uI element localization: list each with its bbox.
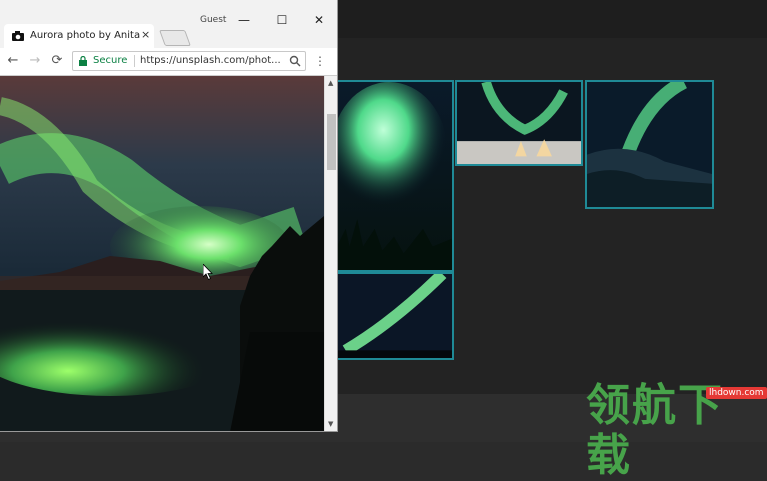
page-photo-aurora [0, 76, 324, 431]
new-tab-button[interactable] [159, 30, 191, 46]
gallery-photo-rocks[interactable] [585, 80, 714, 209]
secure-label: Secure [93, 55, 128, 66]
browser-window: Guest — ☐ ✕ Aurora photo by Anita Sh × ←… [0, 0, 338, 432]
reload-icon[interactable]: ⟳ [49, 53, 65, 69]
browser-toolbar: ← → ⟳ Secure https://unsplash.com/phot..… [0, 48, 337, 76]
minimize-button[interactable]: — [234, 12, 254, 28]
scroll-down-icon[interactable]: ▼ [328, 420, 333, 428]
watermark-logo: 领航下载 lhdown.com [586, 381, 767, 481]
watermark-site: lhdown.com [706, 387, 767, 399]
tab-title: Aurora photo by Anita Sh [30, 30, 140, 41]
gallery-photo-aurora-arc[interactable] [334, 272, 454, 360]
camera-icon [12, 31, 24, 41]
profile-label[interactable]: Guest [200, 15, 226, 25]
gallery-photo-aurora-tall[interactable] [334, 80, 454, 272]
address-bar[interactable]: Secure https://unsplash.com/phot... [72, 51, 306, 71]
omnibox-divider [134, 55, 135, 67]
back-icon[interactable]: ← [5, 53, 21, 69]
vertical-scrollbar[interactable]: ▲ ▼ [324, 76, 337, 431]
title-bar: Guest — ☐ ✕ Aurora photo by Anita Sh × [0, 0, 337, 48]
gallery-photo-tents[interactable] [455, 80, 583, 166]
url-text[interactable]: https://unsplash.com/phot... [140, 55, 285, 66]
lock-icon [79, 56, 87, 66]
menu-icon[interactable]: ⋮ [314, 54, 326, 68]
search-icon[interactable] [289, 55, 301, 67]
active-tab[interactable]: Aurora photo by Anita Sh × [4, 24, 154, 48]
scroll-up-icon[interactable]: ▲ [328, 79, 333, 87]
mouse-cursor-icon [203, 264, 213, 280]
forward-icon[interactable]: → [27, 53, 43, 69]
close-window-button[interactable]: ✕ [309, 12, 329, 28]
maximize-button[interactable]: ☐ [272, 12, 292, 28]
tab-close-button[interactable]: × [141, 28, 150, 41]
scrollbar-thumb[interactable] [327, 114, 336, 170]
